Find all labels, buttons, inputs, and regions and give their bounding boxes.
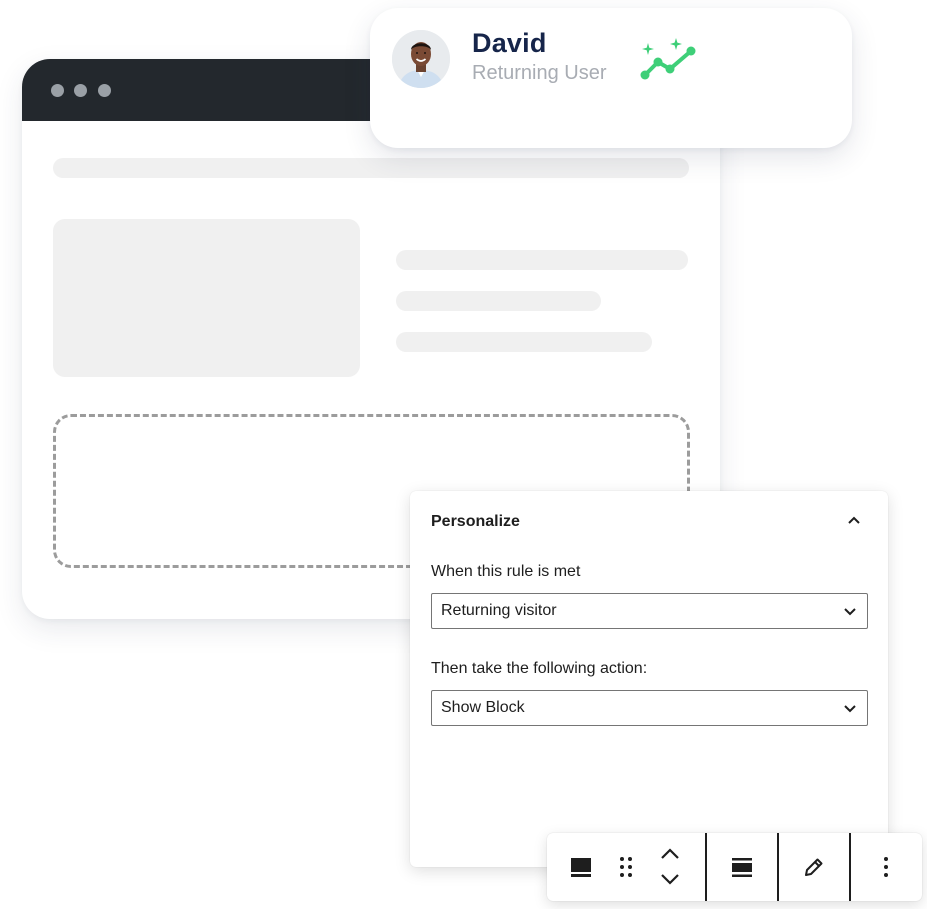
rule-label: When this rule is met — [431, 563, 581, 580]
move-up-icon[interactable] — [655, 833, 685, 867]
more-options-icon[interactable] — [865, 833, 907, 901]
skeleton-line — [396, 291, 601, 311]
toolbar-divider — [705, 833, 707, 901]
chevron-down-icon — [841, 602, 859, 620]
action-label: Then take the following action: — [431, 660, 648, 677]
rule-select[interactable]: Returning visitor — [431, 593, 868, 629]
skeleton-line — [53, 158, 689, 178]
user-status: Returning User — [472, 62, 607, 84]
window-dot — [74, 84, 87, 97]
user-card: David Returning User — [370, 8, 852, 148]
action-select-value: Show Block — [441, 699, 525, 716]
user-name: David — [472, 28, 547, 58]
chevron-down-icon — [841, 699, 859, 717]
window-dot — [98, 84, 111, 97]
action-select[interactable]: Show Block — [431, 690, 868, 726]
avatar — [392, 30, 450, 88]
chevron-up-icon[interactable] — [842, 509, 866, 533]
window-dot — [51, 84, 64, 97]
drag-handle-icon[interactable] — [611, 833, 641, 901]
skeleton-image — [53, 219, 360, 377]
edit-pencil-icon[interactable] — [793, 833, 835, 901]
skeleton-line — [396, 332, 652, 352]
toolbar-divider — [849, 833, 851, 901]
desktop-block-icon[interactable] — [561, 833, 599, 901]
sparkle-trend-up-icon — [638, 38, 698, 84]
block-toolbar — [547, 833, 922, 901]
toolbar-divider — [777, 833, 779, 901]
personalize-panel: Personalize When this rule is met Return… — [410, 491, 888, 867]
align-icon[interactable] — [721, 833, 763, 901]
move-down-icon[interactable] — [655, 867, 685, 901]
skeleton-line — [396, 250, 688, 270]
panel-title: Personalize — [431, 513, 520, 530]
rule-select-value: Returning visitor — [441, 602, 557, 619]
